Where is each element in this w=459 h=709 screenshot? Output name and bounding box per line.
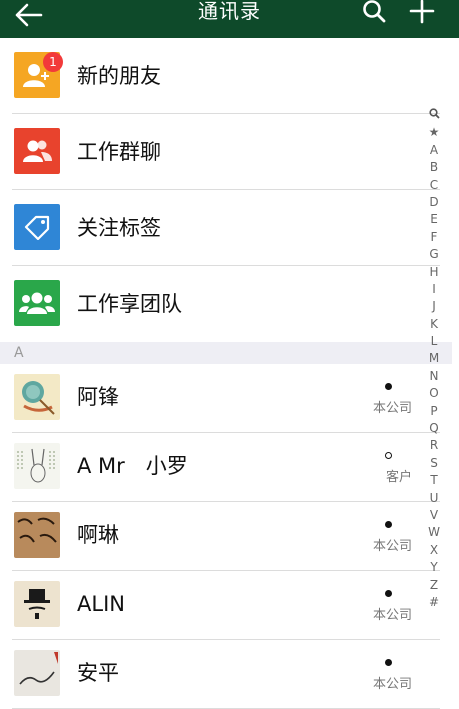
avatar bbox=[14, 650, 60, 696]
team-item[interactable]: 工作享团队 bbox=[0, 266, 440, 342]
status-dot bbox=[385, 452, 392, 459]
index-letter[interactable]: B bbox=[424, 159, 444, 176]
tags-item[interactable]: 关注标签 bbox=[0, 190, 440, 266]
index-letter[interactable]: X bbox=[424, 542, 444, 559]
section-header: A bbox=[0, 342, 452, 364]
index-letter[interactable]: Q bbox=[424, 420, 444, 437]
contact-name: 啊琳 bbox=[77, 523, 119, 547]
index-letter[interactable]: D bbox=[424, 194, 444, 211]
index-letter[interactable]: P bbox=[424, 403, 444, 420]
index-letter[interactable]: U bbox=[424, 490, 444, 507]
index-letter[interactable]: N bbox=[424, 368, 444, 385]
team-icon bbox=[14, 280, 60, 326]
index-letter[interactable]: J bbox=[424, 298, 444, 315]
group-chats-item[interactable]: 工作群聊 bbox=[0, 114, 440, 190]
avatar bbox=[14, 512, 60, 558]
plus-icon[interactable] bbox=[408, 0, 436, 24]
section-letter: A bbox=[14, 345, 24, 361]
contact-row[interactable]: ALIN 本公司 bbox=[0, 571, 440, 640]
contact-tag: 本公司 bbox=[372, 677, 412, 692]
function-list: 1 新的朋友 工作群聊 关注标签 工作享团队 bbox=[0, 38, 440, 342]
team-label: 工作享团队 bbox=[77, 292, 182, 316]
index-letter[interactable]: Y bbox=[424, 559, 444, 576]
index-letter[interactable]: W bbox=[424, 524, 444, 541]
index-letter[interactable]: Z bbox=[424, 577, 444, 594]
new-friends-label: 新的朋友 bbox=[77, 64, 161, 88]
contact-name: 安平 bbox=[77, 661, 119, 685]
unread-badge: 1 bbox=[43, 52, 63, 72]
search-icon[interactable] bbox=[362, 0, 388, 24]
index-star[interactable]: ★ bbox=[424, 124, 444, 141]
contact-row[interactable]: 安平 本公司 bbox=[0, 640, 440, 709]
index-letter[interactable]: H bbox=[424, 264, 444, 281]
status-dot bbox=[385, 659, 392, 666]
group-chats-label: 工作群聊 bbox=[77, 140, 161, 164]
alphabet-index[interactable]: ★ A B C D E F G H I J K L M N O P Q R S … bbox=[424, 107, 444, 611]
avatar bbox=[14, 374, 60, 420]
page-title: 通讯录 bbox=[198, 0, 261, 23]
status-dot bbox=[385, 521, 392, 528]
group-chat-icon bbox=[14, 128, 60, 174]
index-letter[interactable]: F bbox=[424, 229, 444, 246]
index-search-icon[interactable] bbox=[424, 107, 444, 124]
contact-row[interactable]: A Mr 小罗 客户 bbox=[0, 433, 440, 502]
contact-tag: 本公司 bbox=[372, 608, 412, 623]
status-dot bbox=[385, 383, 392, 390]
contact-name: ALIN bbox=[77, 592, 125, 616]
index-letter[interactable]: C bbox=[424, 177, 444, 194]
index-letter[interactable]: O bbox=[424, 385, 444, 402]
top-bar: 通讯录 bbox=[0, 0, 459, 38]
contact-row[interactable]: 阿锋 本公司 bbox=[0, 364, 440, 433]
index-letter[interactable]: S bbox=[424, 455, 444, 472]
contact-list: 阿锋 本公司 A Mr 小罗 客户 啊琳 本公司 ALIN 本公司 安平 本公司 bbox=[0, 364, 440, 709]
tags-label: 关注标签 bbox=[77, 216, 161, 240]
contact-tag: 本公司 bbox=[372, 401, 412, 416]
index-letter[interactable]: A bbox=[424, 142, 444, 159]
status-dot bbox=[385, 590, 392, 597]
index-letter[interactable]: I bbox=[424, 281, 444, 298]
avatar bbox=[14, 443, 60, 489]
index-letter[interactable]: G bbox=[424, 246, 444, 263]
new-friends-item[interactable]: 1 新的朋友 bbox=[0, 38, 440, 114]
contact-name: 阿锋 bbox=[77, 385, 119, 409]
index-letter[interactable]: L bbox=[424, 333, 444, 350]
tag-icon bbox=[14, 204, 60, 250]
contact-tag: 本公司 bbox=[372, 539, 412, 554]
avatar bbox=[14, 581, 60, 627]
index-letter[interactable]: T bbox=[424, 472, 444, 489]
index-letter[interactable]: K bbox=[424, 316, 444, 333]
index-letter[interactable]: E bbox=[424, 211, 444, 228]
index-letter[interactable]: R bbox=[424, 437, 444, 454]
contact-tag: 客户 bbox=[385, 470, 412, 485]
index-letter[interactable]: M bbox=[424, 350, 444, 367]
contact-row[interactable]: 啊琳 本公司 bbox=[0, 502, 440, 571]
index-letter[interactable]: V bbox=[424, 507, 444, 524]
contact-name: A Mr 小罗 bbox=[77, 454, 188, 478]
index-hash[interactable]: # bbox=[424, 594, 444, 611]
